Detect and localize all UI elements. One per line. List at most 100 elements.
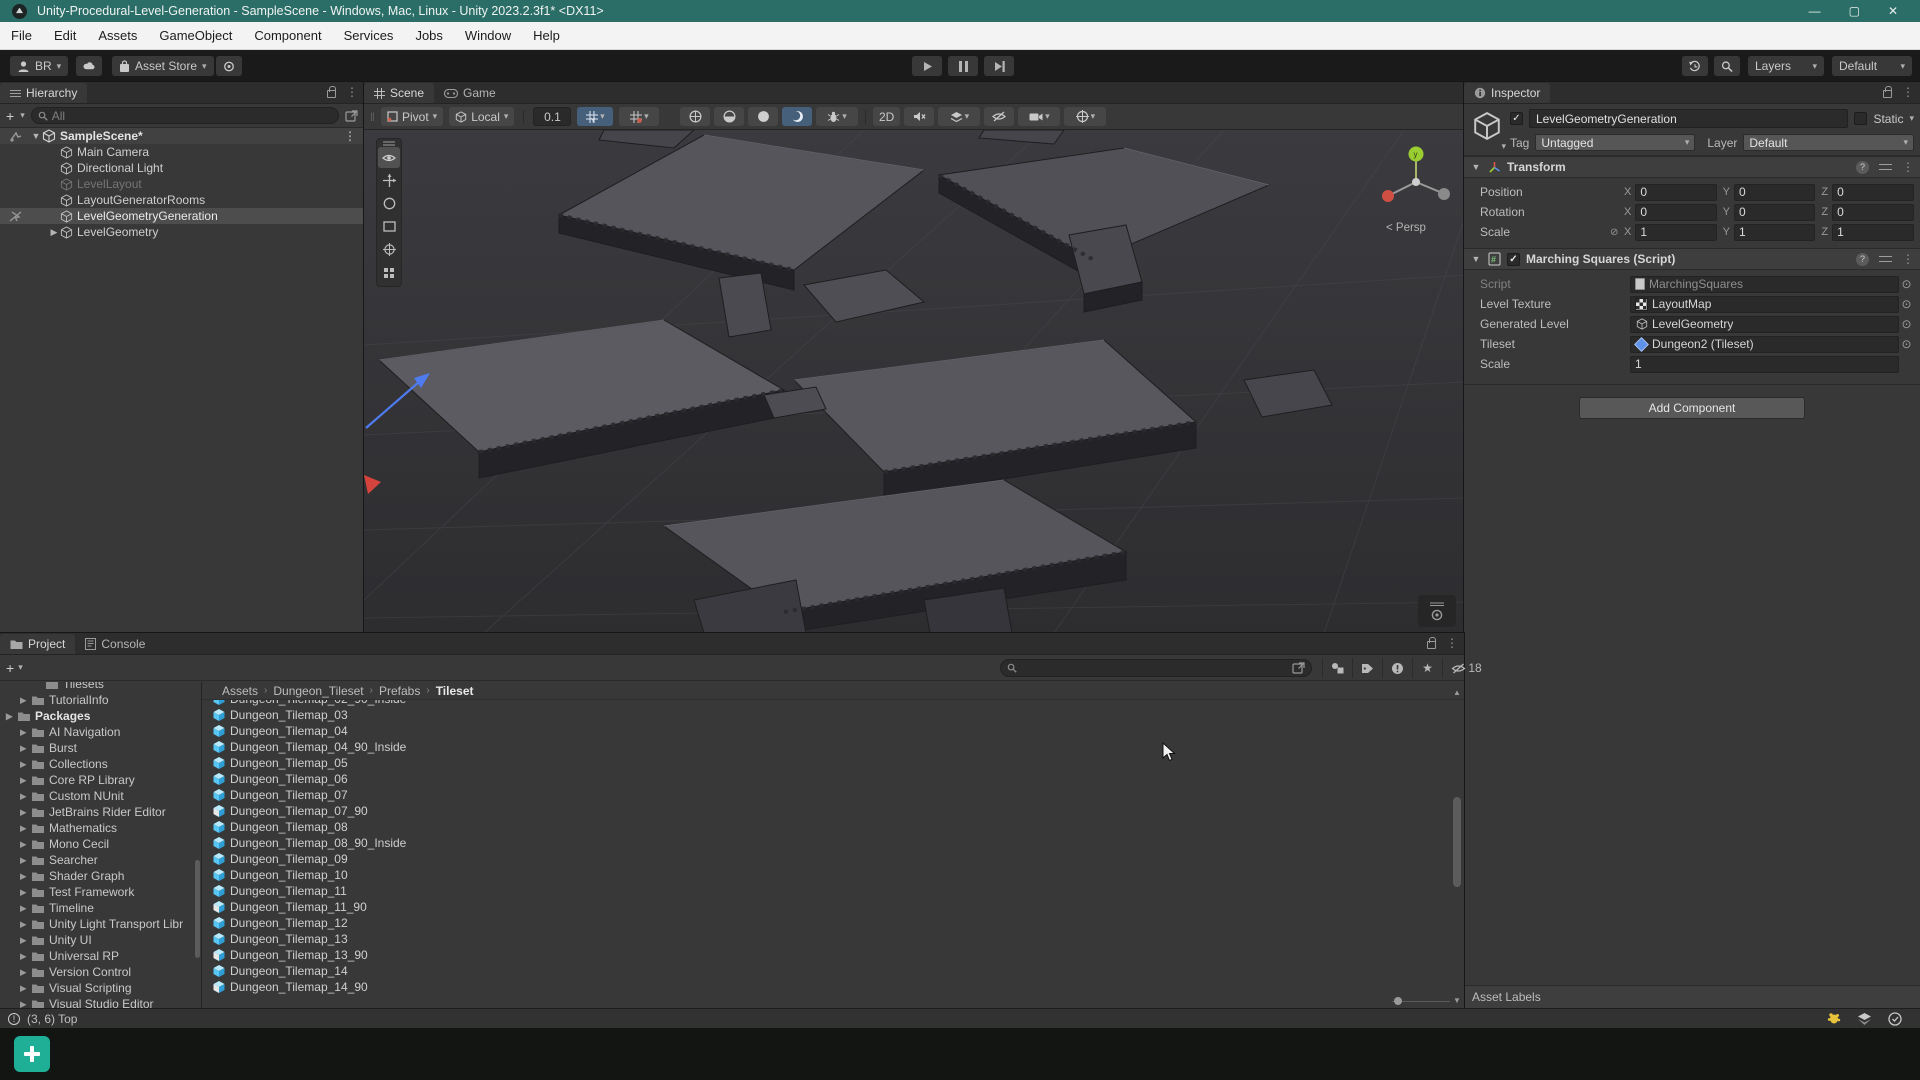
kebab-menu-icon[interactable]: ⋮ <box>1902 85 1914 99</box>
expand-arrow-icon[interactable]: ▶ <box>20 967 31 978</box>
scene-viewport[interactable]: y < Persp <box>364 130 1464 633</box>
services-button[interactable] <box>216 56 242 76</box>
chevron-down-icon[interactable]: ▾ <box>1091 112 1096 121</box>
step-button[interactable] <box>984 56 1014 76</box>
drag-handle-icon[interactable] <box>383 141 395 146</box>
scene-visibility-icon[interactable] <box>9 131 22 142</box>
folder-row[interactable]: ▶ Collections <box>0 756 201 772</box>
menu-item[interactable]: File <box>0 22 43 49</box>
tab-scene[interactable]: Scene <box>364 83 434 103</box>
expand-arrow-icon[interactable]: ▶ <box>20 807 31 818</box>
orientation-mode-button[interactable]: Local▾ <box>449 107 514 126</box>
wireframe-toggle-button[interactable] <box>714 107 744 126</box>
axis-y-field[interactable]: 0 <box>1734 184 1815 201</box>
chevron-down-icon[interactable]: ▾ <box>18 663 23 672</box>
hidden-items-button[interactable]: 18 <box>1442 658 1490 678</box>
object-picker-icon[interactable]: ⊙ <box>1899 337 1914 351</box>
object-field[interactable]: LayoutMap <box>1630 296 1899 313</box>
folder-row[interactable]: ▶ Unity UI <box>0 932 201 948</box>
expand-arrow-icon[interactable]: ▶ <box>6 711 17 722</box>
expand-arrow-icon[interactable]: ▶ <box>20 759 31 770</box>
foldout-arrow-icon[interactable]: ▼ <box>30 131 42 141</box>
menu-item[interactable]: GameObject <box>148 22 243 49</box>
folder-row[interactable]: ▶ Shader Graph <box>0 868 201 884</box>
tag-dropdown[interactable]: Untagged▾ <box>1535 134 1695 151</box>
chevron-down-icon[interactable]: ▾ <box>1501 142 1506 151</box>
package-manager-icon[interactable] <box>1857 1013 1872 1025</box>
help-icon[interactable]: ? <box>1856 161 1869 174</box>
menu-item[interactable]: Help <box>522 22 571 49</box>
folder-row[interactable]: ▶ Core RP Library <box>0 772 201 788</box>
foldout-arrow-icon[interactable]: ▼ <box>1470 254 1482 264</box>
pivot-mode-button[interactable]: Pivot▾ <box>381 107 443 126</box>
object-picker-icon[interactable]: ⊙ <box>1899 317 1914 331</box>
menu-item[interactable]: Jobs <box>404 22 453 49</box>
presets-icon[interactable] <box>1879 254 1892 265</box>
tree-scrollbar-thumb[interactable] <box>195 860 200 958</box>
expand-arrow-icon[interactable]: ▶ <box>20 983 31 994</box>
maximize-button[interactable]: ▢ <box>1849 4 1860 18</box>
undo-history-button[interactable] <box>1682 56 1708 76</box>
folder-row[interactable]: ▶ Visual Scripting <box>0 980 201 996</box>
camera-settings-button[interactable]: ▾ <box>1018 107 1060 126</box>
expand-arrow-icon[interactable]: ▶ <box>48 227 60 238</box>
expand-arrow-icon[interactable]: ▶ <box>20 839 31 850</box>
scene-effects-toggle[interactable]: ▾ <box>816 107 858 126</box>
help-icon[interactable]: ? <box>1856 253 1869 266</box>
debug-icon[interactable] <box>1826 1012 1841 1025</box>
gizmos-toggle[interactable]: ▾ <box>1064 107 1106 126</box>
axis-z-field[interactable]: 1 <box>1832 224 1914 241</box>
expand-arrow-icon[interactable]: ▶ <box>20 855 31 866</box>
favorites-button[interactable]: ★ <box>1412 658 1442 678</box>
active-checkbox[interactable]: ✓ <box>1510 112 1523 125</box>
layout-dropdown[interactable]: Default▾ <box>1832 56 1912 76</box>
chevron-down-icon[interactable]: ▾ <box>1909 114 1914 123</box>
static-checkbox[interactable]: ✓ <box>1854 112 1867 125</box>
rotate-tool-button[interactable] <box>378 193 400 214</box>
scroll-down-icon[interactable]: ▼ <box>1453 996 1461 1005</box>
gameobject-big-icon[interactable] <box>1472 111 1502 141</box>
tab-project[interactable]: Project <box>0 634 75 654</box>
project-search-input[interactable] <box>1000 659 1312 677</box>
menu-item[interactable]: Component <box>243 22 332 49</box>
create-asset-button[interactable]: + <box>6 660 14 676</box>
object-picker-icon[interactable]: ⊙ <box>1899 297 1914 311</box>
hierarchy-item[interactable]: ▶ LayoutGeneratorRooms <box>0 192 364 208</box>
shadow-toggle-button[interactable] <box>748 107 778 126</box>
hierarchy-search-input[interactable]: All <box>31 107 339 124</box>
picking-disabled-icon[interactable] <box>9 211 22 222</box>
asset-item[interactable]: Dungeon_Tilemap_11 <box>202 883 1450 899</box>
activity-indicator-icon[interactable] <box>1888 1012 1902 1026</box>
expand-arrow-icon[interactable]: ▶ <box>20 919 31 930</box>
expand-arrow-icon[interactable]: ▶ <box>20 871 31 882</box>
axis-y-field[interactable]: 0 <box>1734 204 1815 221</box>
health-app-icon[interactable] <box>14 1036 50 1072</box>
folder-row[interactable]: ▶ Unity Light Transport Libr <box>0 916 201 932</box>
menu-item[interactable]: Services <box>333 22 405 49</box>
create-add-button[interactable]: + <box>6 108 14 124</box>
hierarchy-item[interactable]: ▶ LevelGeometry <box>0 224 364 240</box>
close-button[interactable]: ✕ <box>1888 4 1898 18</box>
expand-arrow-icon[interactable]: ▶ <box>20 999 31 1009</box>
gameobject-name-field[interactable]: LevelGeometryGeneration <box>1529 109 1848 128</box>
asset-item[interactable]: Dungeon_Tilemap_13_90 <box>202 947 1450 963</box>
expand-arrow-icon[interactable]: ▶ <box>20 903 31 914</box>
expand-arrow-icon[interactable]: ▶ <box>20 823 31 834</box>
expand-arrow-icon[interactable]: ▶ <box>20 727 31 738</box>
add-component-button[interactable]: Add Component <box>1579 397 1805 419</box>
object-field[interactable]: Dungeon2 (Tileset) <box>1630 336 1899 353</box>
axis-x-field[interactable]: 1 <box>1635 224 1716 241</box>
menu-item[interactable]: Assets <box>87 22 148 49</box>
rect-tool-button[interactable] <box>378 216 400 237</box>
breadcrumb-item[interactable]: Dungeon_Tileset <box>273 684 363 698</box>
kebab-menu-icon[interactable]: ⋮ <box>346 85 358 99</box>
asset-item[interactable]: Dungeon_Tilemap_04_90_Inside <box>202 739 1450 755</box>
grid-size-field[interactable]: 0.1 <box>533 107 571 126</box>
open-new-window-icon[interactable] <box>1292 662 1305 674</box>
breadcrumb-item[interactable]: Assets <box>222 684 258 698</box>
axis-z-field[interactable]: 0 <box>1832 204 1914 221</box>
asset-item[interactable]: Dungeon_Tilemap_08 <box>202 819 1450 835</box>
asset-item[interactable]: Dungeon_Tilemap_12 <box>202 915 1450 931</box>
object-field[interactable]: 1 <box>1630 356 1899 373</box>
kebab-menu-icon[interactable]: ⋮ <box>344 129 356 143</box>
